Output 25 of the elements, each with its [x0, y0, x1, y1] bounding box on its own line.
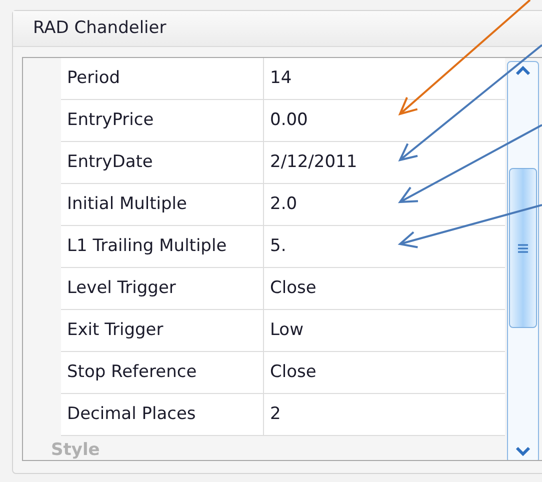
property-name: EntryDate	[67, 150, 153, 174]
property-name: L1 Trailing Multiple	[67, 234, 227, 258]
property-name: Period	[67, 66, 120, 90]
property-name: EntryPrice	[67, 108, 154, 132]
property-name: Stop Reference	[67, 360, 197, 384]
grip-icon	[517, 244, 529, 252]
property-value[interactable]: 14	[270, 66, 292, 92]
property-name: Level Trigger	[67, 276, 176, 300]
property-value[interactable]: Close	[270, 360, 316, 386]
property-value[interactable]: Low	[270, 318, 304, 344]
property-value[interactable]: Close	[270, 276, 316, 302]
property-name: Initial Multiple	[67, 192, 187, 216]
property-value[interactable]: 2.0	[270, 192, 298, 218]
scroll-up-icon[interactable]	[515, 66, 531, 76]
property-name: Exit Trigger	[67, 318, 164, 342]
property-value[interactable]: 5.	[270, 234, 286, 260]
property-name: Decimal Places	[67, 402, 196, 426]
scroll-thumb[interactable]	[509, 168, 537, 328]
scrollbar[interactable]	[507, 61, 539, 460]
property-value[interactable]: 2	[270, 402, 281, 428]
panel-title: RAD Chandelier	[33, 16, 166, 40]
category-label: Style	[51, 440, 100, 460]
property-value[interactable]: 2/12/2011	[270, 150, 358, 176]
property-value[interactable]: 0.00	[270, 108, 308, 134]
scroll-down-icon[interactable]	[515, 446, 531, 456]
